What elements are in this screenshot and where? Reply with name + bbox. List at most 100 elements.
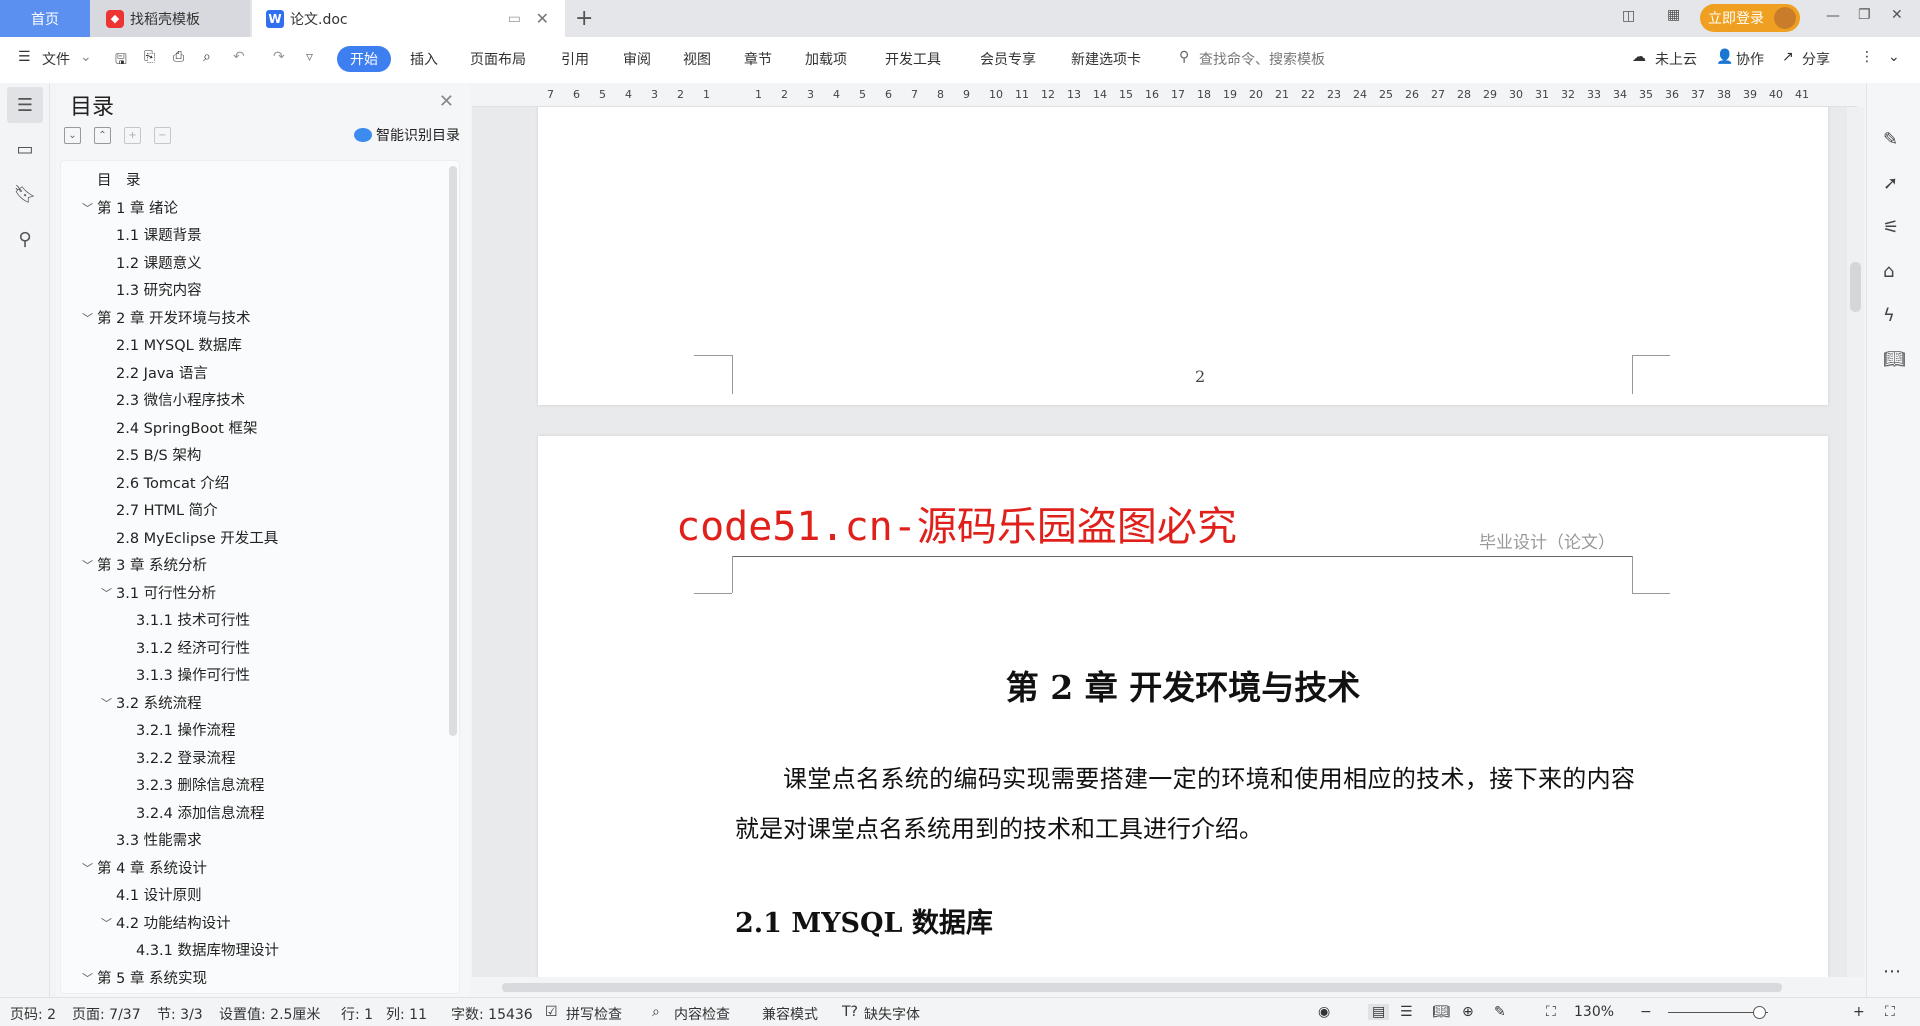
vertical-scrollbar[interactable]: [1847, 107, 1864, 977]
toc-item[interactable]: 3.2.4 添加信息流程: [136, 802, 265, 823]
chevron-down-icon[interactable]: ﹀: [82, 970, 93, 986]
toc-item[interactable]: 3.1.1 技术可行性: [136, 609, 250, 630]
toc-item[interactable]: 第 4 章 系统设计: [97, 857, 207, 878]
promote-icon[interactable]: +: [124, 127, 141, 144]
missing-font-button[interactable]: 缺失字体: [864, 1004, 920, 1024]
menu-view[interactable]: 视图: [683, 49, 711, 69]
grid-icon[interactable]: ▦: [1667, 7, 1680, 23]
save-icon[interactable]: 🖫: [115, 49, 127, 73]
minimize-button[interactable]: —: [1826, 8, 1840, 24]
pin-icon[interactable]: ▭: [508, 11, 521, 27]
expand-all-icon[interactable]: ⌄: [64, 127, 81, 144]
toc-item[interactable]: 1.1 课题背景: [116, 224, 202, 245]
toc-item[interactable]: 3.1 可行性分析: [116, 582, 216, 603]
toc-panel-icon[interactable]: ☰: [7, 87, 43, 123]
file-menu[interactable]: 文件: [42, 49, 70, 69]
eye-protect-icon[interactable]: ◉: [1318, 1004, 1330, 1020]
restore-button[interactable]: ❐: [1858, 7, 1871, 23]
chevron-down-icon[interactable]: ﹀: [82, 310, 93, 326]
zoom-in-button[interactable]: +: [1853, 1004, 1865, 1020]
body-paragraph[interactable]: 课堂点名系统的编码实现需要搭建一定的环境和使用相应的技术，接下来的内容就是对课堂…: [735, 754, 1635, 854]
tab-template[interactable]: ◆ 找稻壳模板: [90, 0, 250, 37]
pen-icon[interactable]: ✎: [1883, 129, 1898, 150]
toc-item[interactable]: 第 1 章 绪论: [97, 197, 178, 218]
login-button[interactable]: 立即登录: [1700, 4, 1800, 32]
book-search-icon[interactable]: 📖︎: [1883, 349, 1906, 370]
smart-toc-button[interactable]: 智能识别目录: [354, 125, 460, 145]
menu-devtools[interactable]: 开发工具: [885, 49, 941, 69]
toc-item[interactable]: 2.7 HTML 简介: [116, 499, 218, 520]
print-preview-icon[interactable]: ⌕: [203, 49, 211, 65]
toc-item[interactable]: 2.6 Tomcat 介绍: [116, 472, 229, 493]
fullscreen-icon[interactable]: ⛶: [1885, 1004, 1895, 1020]
horizontal-scroll-thumb[interactable]: [502, 983, 1782, 992]
zoom-slider-handle[interactable]: [1753, 1006, 1766, 1019]
outline-view-icon[interactable]: ☰: [1400, 1004, 1413, 1020]
print-icon[interactable]: ⎙: [173, 49, 184, 65]
menu-new-tab[interactable]: 新建选项卡: [1071, 49, 1141, 69]
toc-item[interactable]: 第 5 章 系统实现: [97, 967, 207, 988]
zoom-out-button[interactable]: −: [1640, 1004, 1652, 1020]
lightning-icon[interactable]: ϟ: [1883, 305, 1895, 326]
toc-item[interactable]: 第 3 章 系统分析: [97, 554, 207, 575]
menu-insert[interactable]: 插入: [410, 49, 438, 69]
toc-item[interactable]: 3.2.3 删除信息流程: [136, 774, 265, 795]
chevron-down-icon[interactable]: ﹀: [82, 557, 93, 573]
chevron-down-icon[interactable]: ﹀: [101, 695, 112, 711]
collapse-ribbon-icon[interactable]: ⌄: [1888, 49, 1900, 65]
chevron-down-icon[interactable]: ﹀: [101, 585, 112, 601]
toc-item[interactable]: 第 2 章 开发环境与技术: [97, 307, 251, 328]
toc-item[interactable]: 1.3 研究内容: [116, 279, 202, 300]
menu-member[interactable]: 会员专享: [980, 49, 1036, 69]
toc-item[interactable]: 2.3 微信小程序技术: [116, 389, 245, 410]
undo-icon[interactable]: ↶: [233, 49, 245, 65]
menu-icon[interactable]: ☰: [18, 49, 31, 65]
select-cursor-icon[interactable]: ➚: [1883, 173, 1898, 194]
menu-chapter[interactable]: 章节: [744, 49, 772, 69]
toc-item[interactable]: 2.5 B/S 架构: [116, 444, 201, 465]
web-view-icon[interactable]: ⊕: [1462, 1004, 1474, 1020]
chevron-down-icon[interactable]: ⌄: [80, 49, 92, 65]
vertical-scroll-thumb[interactable]: [1850, 262, 1861, 312]
chevron-down-icon[interactable]: ﹀: [101, 915, 112, 931]
reading-view-icon[interactable]: 📖︎: [1432, 1004, 1450, 1020]
menu-layout[interactable]: 页面布局: [470, 49, 526, 69]
command-search-input[interactable]: 查找命令、搜索模板: [1199, 49, 1325, 69]
more-icon[interactable]: ▿: [306, 49, 313, 65]
demote-icon[interactable]: −: [154, 127, 171, 144]
menu-start[interactable]: 开始: [337, 46, 391, 72]
tab-document[interactable]: W 论文.doc ▭ ✕: [252, 0, 565, 37]
spell-check-button[interactable]: 拼写检查: [566, 1004, 622, 1024]
toc-item[interactable]: 3.2 系统流程: [116, 692, 202, 713]
menu-reference[interactable]: 引用: [561, 49, 589, 69]
page-view-icon[interactable]: ▤: [1368, 1004, 1390, 1020]
toc-item[interactable]: 2.2 Java 语言: [116, 362, 208, 383]
write-mode-icon[interactable]: ✎: [1494, 1004, 1506, 1020]
toc-item[interactable]: 1.2 课题意义: [116, 252, 202, 273]
toc-item[interactable]: 4.2 功能结构设计: [116, 912, 231, 933]
toc-item[interactable]: 2.8 MyEclipse 开发工具: [116, 527, 278, 548]
zoom-select[interactable]: 130%: [1574, 1004, 1614, 1020]
menu-review[interactable]: 审阅: [623, 49, 651, 69]
store-icon[interactable]: ⌂: [1883, 261, 1894, 282]
settings-slider-icon[interactable]: ⚟: [1883, 217, 1899, 238]
chevron-down-icon[interactable]: ﹀: [82, 200, 93, 216]
menu-addins[interactable]: 加载项: [805, 49, 847, 69]
toc-item[interactable]: 2.1 MYSQL 数据库: [116, 334, 242, 355]
cloud-status[interactable]: 未上云: [1655, 49, 1697, 69]
collapse-all-icon[interactable]: ⌃: [94, 127, 111, 144]
toc-item[interactable]: 2.4 SpringBoot 框架: [116, 417, 257, 438]
navigation-icon[interactable]: ▭: [7, 131, 43, 167]
share-button[interactable]: 分享: [1802, 49, 1830, 69]
close-button[interactable]: ✕: [1891, 7, 1903, 23]
fit-page-icon[interactable]: ⛶: [1546, 1004, 1556, 1020]
toc-item[interactable]: 4.1 设计原则: [116, 884, 202, 905]
tab-home[interactable]: 首页: [0, 0, 90, 37]
tab-close-icon[interactable]: ✕: [536, 9, 549, 28]
more-icon[interactable]: ⋯: [1883, 961, 1901, 982]
new-tab-button[interactable]: +: [575, 0, 593, 37]
toc-scrollbar[interactable]: [449, 166, 457, 736]
content-check-button[interactable]: 内容检查: [674, 1004, 730, 1024]
word-count[interactable]: 字数: 15436: [451, 1004, 533, 1024]
toc-item[interactable]: 3.1.3 操作可行性: [136, 664, 250, 685]
